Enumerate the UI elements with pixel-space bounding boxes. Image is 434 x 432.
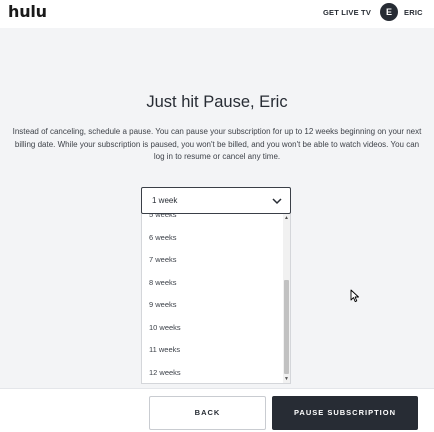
duration-dropdown-list[interactable]: 5 weeks 6 weeks 7 weeks 8 weeks 9 weeks 10 we… bbox=[141, 214, 291, 384]
duration-option[interactable]: 6 weeks bbox=[142, 227, 284, 250]
duration-option[interactable]: 12 weeks bbox=[142, 362, 284, 384]
scroll-down-arrow-icon[interactable]: ▼ bbox=[283, 376, 290, 383]
pause-subscription-button[interactable]: PAUSE SUBSCRIPTION bbox=[272, 396, 418, 430]
top-nav-bar: hulu GET LIVE TV E ERIC bbox=[0, 0, 434, 28]
dropdown-scrollbar[interactable]: ▲ ▼ bbox=[283, 214, 290, 383]
duration-option[interactable]: 11 weeks bbox=[142, 339, 284, 362]
hulu-logo[interactable]: hulu bbox=[8, 2, 47, 21]
scroll-up-arrow-icon[interactable]: ▲ bbox=[283, 215, 290, 222]
action-footer: BACK PAUSE SUBSCRIPTION bbox=[0, 388, 434, 432]
duration-option[interactable]: 5 weeks bbox=[142, 214, 284, 227]
chevron-down-icon bbox=[272, 198, 282, 205]
duration-option[interactable]: 8 weeks bbox=[142, 272, 284, 295]
mouse-cursor-icon bbox=[350, 289, 359, 303]
duration-option[interactable]: 10 weeks bbox=[142, 317, 284, 340]
page-title: Just hit Pause, Eric bbox=[146, 93, 288, 111]
duration-option[interactable]: 7 weeks bbox=[142, 249, 284, 272]
dropdown-options: 5 weeks 6 weeks 7 weeks 8 weeks 9 weeks 10 we… bbox=[142, 214, 284, 384]
scrollbar-thumb[interactable] bbox=[284, 280, 289, 374]
pause-description: Instead of canceling, schedule a pause. … bbox=[12, 127, 422, 161]
user-name-link[interactable]: ERIC bbox=[404, 8, 423, 17]
duration-option[interactable]: 9 weeks bbox=[142, 294, 284, 317]
user-avatar[interactable]: E bbox=[380, 3, 398, 21]
selected-duration: 1 week bbox=[152, 196, 178, 205]
pause-duration-select[interactable]: 1 week bbox=[141, 187, 291, 214]
get-live-tv-link[interactable]: GET LIVE TV bbox=[323, 8, 371, 17]
back-button[interactable]: BACK bbox=[149, 396, 266, 430]
